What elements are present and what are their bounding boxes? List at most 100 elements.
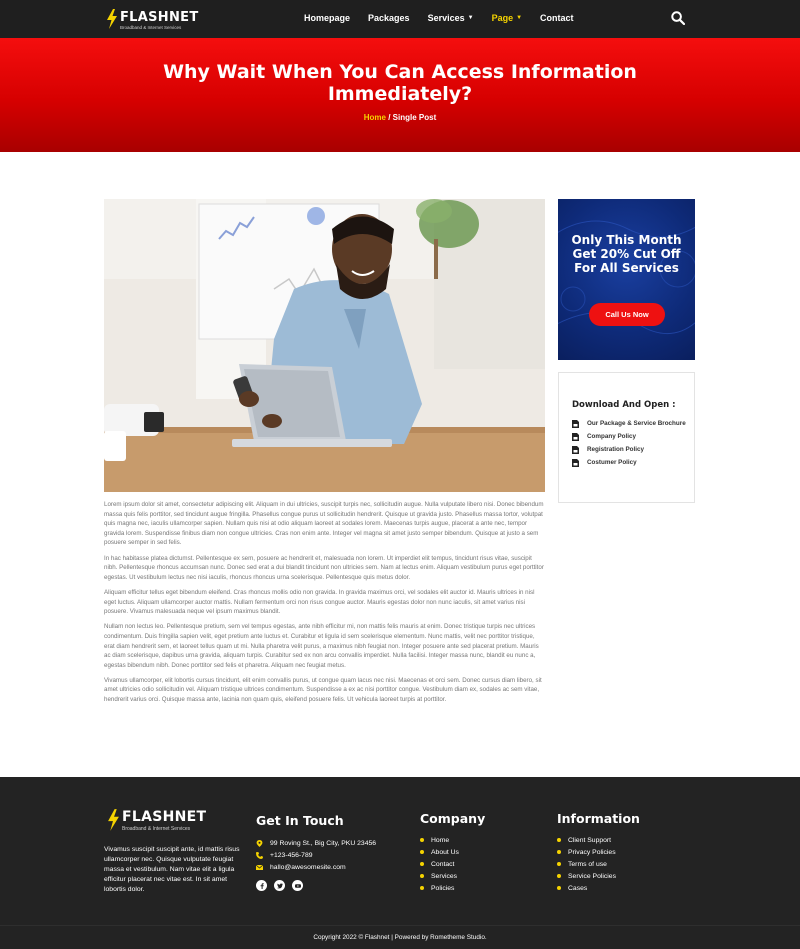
footer-logo[interactable]: FLASHNET Broadband & Internet Services xyxy=(107,809,206,832)
nav-item-label: Contact xyxy=(540,13,574,23)
footer-link-service-policies[interactable]: Service Policies xyxy=(557,870,616,882)
footer-information-heading: Information xyxy=(557,811,640,826)
social-links xyxy=(256,880,303,891)
footer-link-contact[interactable]: Contact xyxy=(420,858,459,870)
footer-link-home[interactable]: Home xyxy=(420,834,459,846)
footer-link-label: Contact xyxy=(431,860,455,868)
site-footer: FLASHNET Broadband & Internet Services V… xyxy=(0,777,800,949)
logo-brand-name: FLASHNET xyxy=(122,809,207,825)
footer-divider xyxy=(0,925,800,926)
download-widget: Download And Open : Our Package & Servic… xyxy=(558,372,695,503)
nav-item-services[interactable]: Services ▼ xyxy=(428,13,474,23)
top-navbar: FLASHNET Broadband & Internet Services H… xyxy=(0,0,800,38)
nav-item-homepage[interactable]: Homepage xyxy=(304,13,350,23)
featured-image xyxy=(104,199,545,492)
article-paragraph: Aliquam efficitur tellus eget bibendum e… xyxy=(104,588,535,616)
logo-brand-name: FLASHNET xyxy=(120,10,199,25)
footer-information-links: Client Support Privacy Policies Terms of… xyxy=(557,834,616,894)
download-item-brochure[interactable]: Our Package & Service Brochure xyxy=(572,419,690,429)
phone-icon xyxy=(256,851,263,859)
nav-item-label: Services xyxy=(427,13,465,23)
logo-tagline: Broadband & Internet Services xyxy=(122,826,191,832)
twitter-icon[interactable] xyxy=(274,880,285,891)
youtube-icon[interactable] xyxy=(292,880,303,891)
facebook-icon[interactable] xyxy=(256,880,267,891)
download-item-company-policy[interactable]: Company Policy xyxy=(572,432,690,442)
footer-link-privacy-policies[interactable]: Privacy Policies xyxy=(557,846,616,858)
footer-link-cases[interactable]: Cases xyxy=(557,882,616,894)
footer-phone-text: +123-456-789 xyxy=(270,851,313,859)
download-item-label: Costumer Policy xyxy=(587,459,637,466)
footer-link-label: About Us xyxy=(431,848,459,856)
footer-link-about-us[interactable]: About Us xyxy=(420,846,459,858)
pdf-file-icon xyxy=(572,433,579,441)
footer-link-client-support[interactable]: Client Support xyxy=(557,834,616,846)
logo-tagline: Broadband & Internet Services xyxy=(120,25,182,30)
pdf-file-icon xyxy=(572,459,579,467)
footer-link-label: Service Policies xyxy=(568,872,616,880)
footer-link-label: Privacy Policies xyxy=(568,848,616,856)
footer-contact-heading: Get In Touch xyxy=(256,813,344,828)
footer-link-label: Client Support xyxy=(568,836,612,844)
footer-link-label: Terms of use xyxy=(568,860,607,868)
bullet-dot xyxy=(420,838,424,842)
lightning-bolt-icon xyxy=(107,9,117,29)
footer-email-text: hallo@awesomesite.com xyxy=(270,863,346,871)
bullet-dot xyxy=(557,874,561,878)
promo-title: Only This Month Get 20% Cut Off For All … xyxy=(571,233,682,275)
footer-company-heading: Company xyxy=(420,811,486,826)
nav-item-packages[interactable]: Packages xyxy=(368,13,410,23)
breadcrumb-separator: / xyxy=(386,113,393,122)
footer-link-label: Cases xyxy=(568,884,588,892)
call-us-now-button[interactable]: Call Us Now xyxy=(589,303,665,326)
nav-item-contact[interactable]: Contact xyxy=(540,13,574,23)
pdf-file-icon xyxy=(572,420,579,428)
envelope-icon xyxy=(256,864,263,870)
download-list: Our Package & Service Brochure Company P… xyxy=(572,419,690,471)
footer-address: 99 Roving St., Big City, PKU 23456 xyxy=(256,837,376,849)
man-with-laptop-photo xyxy=(104,199,545,492)
footer-address-text: 99 Roving St., Big City, PKU 23456 xyxy=(270,839,377,847)
footer-link-label: Home xyxy=(431,836,450,844)
footer-link-terms-of-use[interactable]: Terms of use xyxy=(557,858,616,870)
footer-link-policies[interactable]: Policies xyxy=(420,882,459,894)
download-item-label: Our Package & Service Brochure xyxy=(587,420,686,427)
bullet-dot xyxy=(557,838,561,842)
bullet-dot xyxy=(557,850,561,854)
page-hero: Why Wait When You Can Access Information… xyxy=(0,38,800,152)
footer-contact-list: 99 Roving St., Big City, PKU 23456 +123-… xyxy=(256,837,376,873)
nav-item-page[interactable]: Page ▼ xyxy=(492,13,522,23)
download-item-label: Registration Policy xyxy=(587,446,645,453)
bullet-dot xyxy=(420,874,424,878)
footer-link-services[interactable]: Services xyxy=(420,870,459,882)
bullet-dot xyxy=(557,862,561,866)
footer-link-label: Services xyxy=(431,872,458,880)
article-paragraph: Lorem ipsum dolor sit amet, consectetur … xyxy=(104,501,544,547)
nav-item-label: Page xyxy=(491,13,514,23)
search-icon[interactable] xyxy=(671,11,685,25)
breadcrumb-current: Single Post xyxy=(392,113,437,122)
promo-card: Only This Month Get 20% Cut Off For All … xyxy=(558,199,695,360)
breadcrumb-home-link[interactable]: Home xyxy=(364,113,386,122)
download-item-label: Company Policy xyxy=(587,433,636,440)
page-title: Why Wait When You Can Access Information… xyxy=(163,61,637,105)
download-item-registration-policy[interactable]: Registration Policy xyxy=(572,445,690,455)
nav-item-label: Homepage xyxy=(304,13,351,23)
footer-link-label: Policies xyxy=(431,884,455,892)
main-menu: Homepage Packages Services ▼ Page ▼ Contac… xyxy=(304,13,574,23)
article-body: Lorem ipsum dolor sit amet, consectetur … xyxy=(104,500,545,710)
bullet-dot xyxy=(420,862,424,866)
copyright-text: Copyright 2022 © Flashnet | Powered by R… xyxy=(313,934,487,941)
site-logo[interactable]: FLASHNET Broadband & Internet Services xyxy=(106,9,199,31)
article-paragraph: Nullam non lectus leo. Pellentesque pret… xyxy=(104,623,539,669)
breadcrumb: Home / Single Post xyxy=(0,113,800,122)
footer-email[interactable]: hallo@awesomesite.com xyxy=(256,861,376,873)
article-paragraph: Vivamus ullamcorper, elit lobortis cursu… xyxy=(104,676,542,704)
lightning-bolt-icon xyxy=(108,809,119,831)
article-paragraph: In hac habitasse platea dictumst. Pellen… xyxy=(104,554,544,581)
download-item-costumer-policy[interactable]: Costumer Policy xyxy=(572,458,690,468)
pdf-file-icon xyxy=(572,446,579,454)
bullet-dot xyxy=(420,850,424,854)
footer-phone[interactable]: +123-456-789 xyxy=(256,849,376,861)
bullet-dot xyxy=(420,886,424,890)
